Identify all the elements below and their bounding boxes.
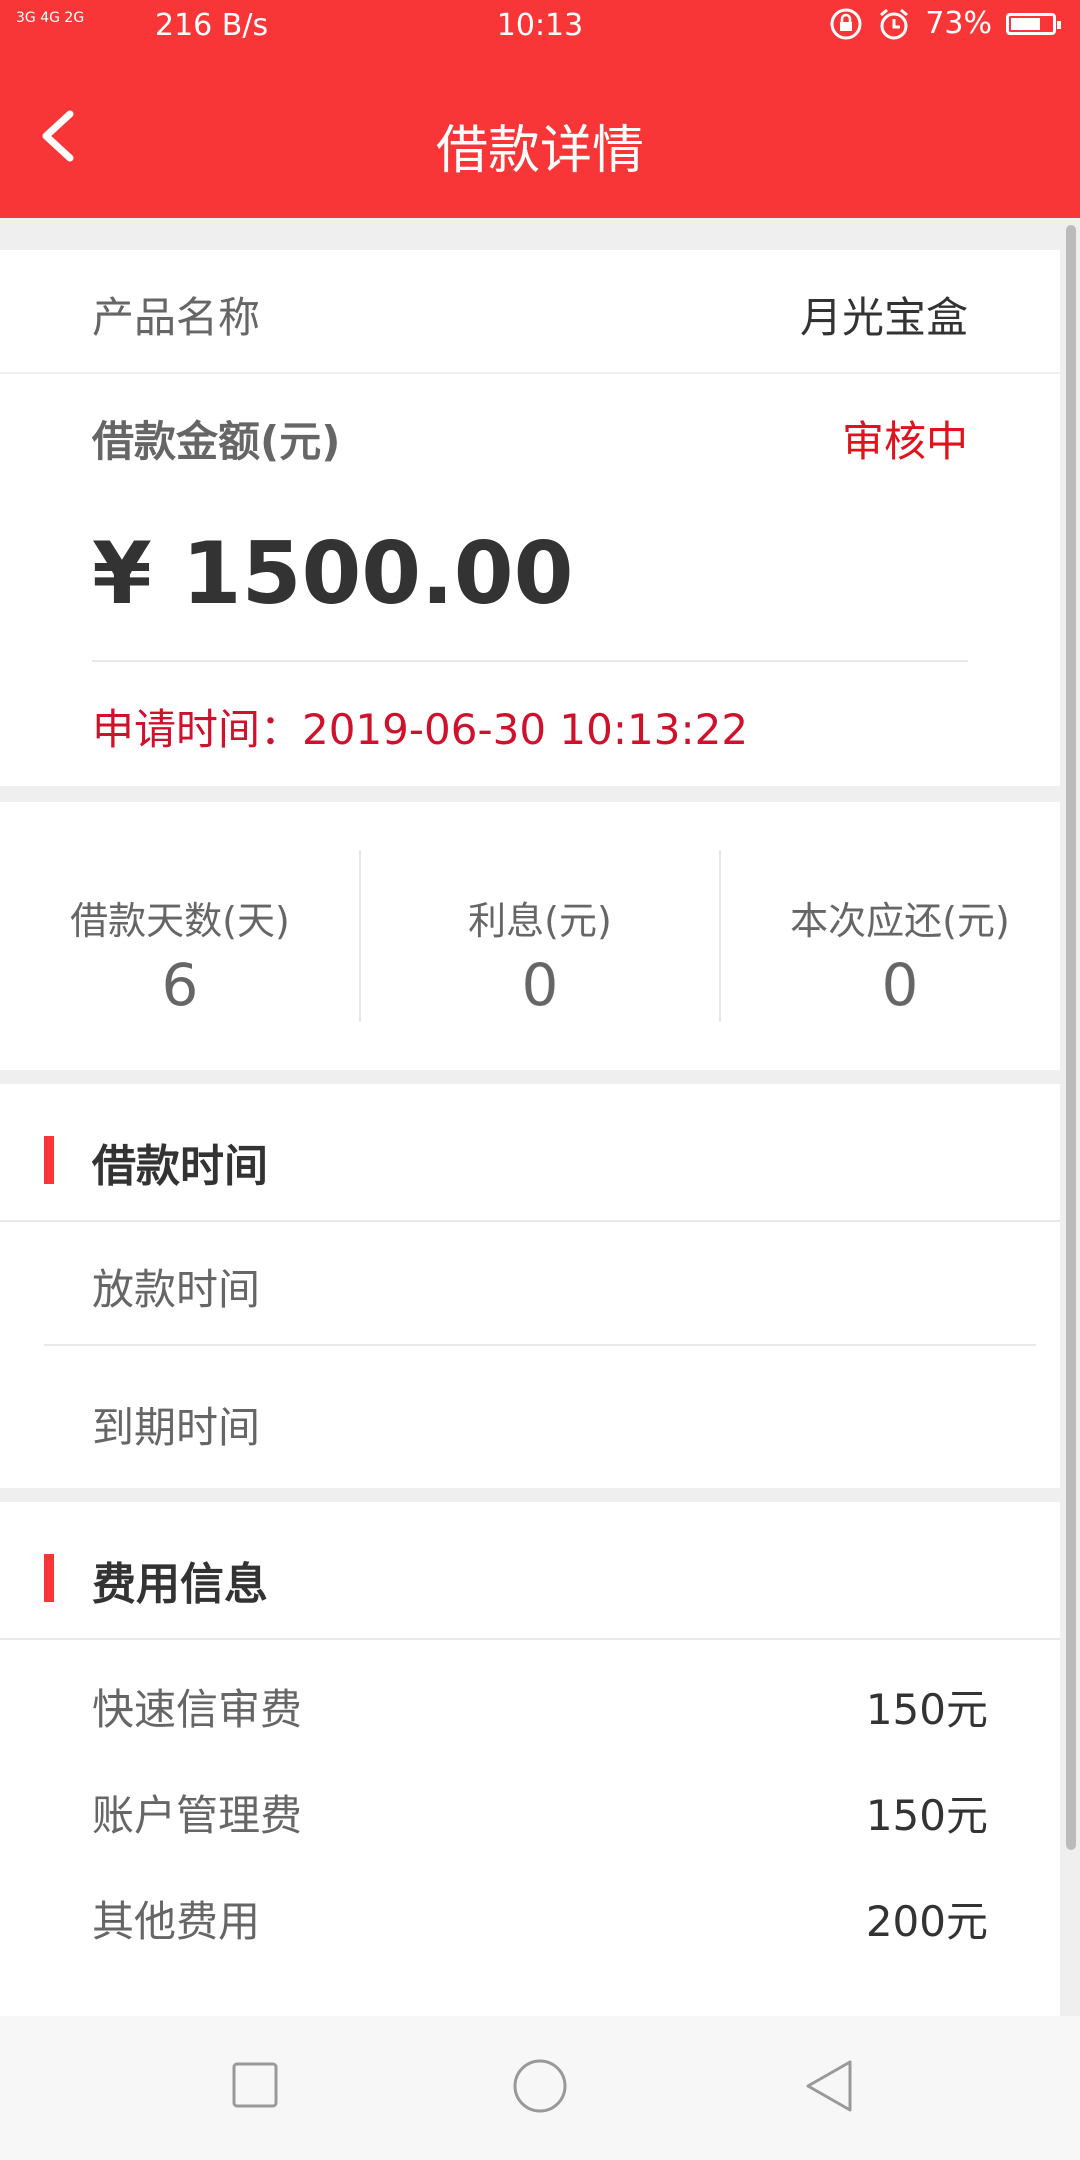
product-label: 产品名称	[92, 293, 261, 342]
loan-amount: ¥ 1500.00	[92, 524, 574, 624]
divider	[0, 1638, 1060, 1640]
section-marker	[44, 1554, 54, 1602]
fee-row: 快速信审费 150元	[92, 1676, 988, 1737]
fee-label: 其他费用	[92, 1897, 261, 1946]
battery-percent: 73%	[925, 6, 992, 41]
stat-repayment: 本次应还(元) 0	[720, 890, 1080, 1019]
header: 借款详情	[0, 56, 1080, 218]
battery-fill	[1011, 17, 1041, 30]
amount-label: 借款金额(元)	[92, 417, 341, 466]
stat-loan-days: 借款天数(天) 6	[0, 890, 360, 1019]
disbursement-time-row: 放款时间	[92, 1256, 988, 1317]
stat-label: 本次应还(元)	[790, 899, 1010, 943]
fee-value: 200元	[865, 1897, 988, 1946]
back-icon[interactable]	[802, 2058, 856, 2114]
product-name: 月光宝盒	[799, 293, 968, 342]
section-title: 借款时间	[92, 1141, 268, 1192]
divider	[0, 1220, 1060, 1222]
status-right: 73%	[829, 6, 1061, 41]
stat-label: 利息(元)	[468, 899, 612, 943]
loan-amount-card: 借款金额(元) 审核中 ¥ 1500.00 申请时间：2019-06-30 10…	[0, 374, 1060, 786]
battery-icon	[1006, 12, 1061, 35]
section-title: 费用信息	[92, 1559, 268, 1610]
fee-value: 150元	[865, 1685, 988, 1734]
apply-time: 申请时间：2019-06-30 10:13:22	[92, 705, 749, 754]
home-icon[interactable]	[512, 2058, 568, 2114]
stat-value: 0	[521, 951, 559, 1019]
product-row: 产品名称 月光宝盒	[92, 284, 968, 345]
divider	[44, 1344, 1036, 1346]
row-label: 到期时间	[92, 1403, 261, 1452]
stat-value: 6	[161, 951, 199, 1019]
due-time-row: 到期时间	[92, 1394, 988, 1455]
stat-value: 0	[881, 951, 919, 1019]
fee-value: 150元	[865, 1791, 988, 1840]
fee-label: 快速信审费	[92, 1685, 303, 1734]
fee-label: 账户管理费	[92, 1791, 303, 1840]
section-marker	[44, 1136, 54, 1184]
recent-apps-icon[interactable]	[230, 2060, 280, 2110]
scrollbar[interactable]	[1066, 225, 1076, 1850]
fee-row: 其他费用 200元	[92, 1888, 988, 1949]
stat-label: 借款天数(天)	[70, 899, 290, 943]
page-title: 借款详情	[435, 121, 644, 181]
amount-header: 借款金额(元) 审核中	[92, 408, 968, 469]
stat-interest: 利息(元) 0	[360, 890, 720, 1019]
product-card: 产品名称 月光宝盒	[0, 250, 1060, 372]
status-bar: 3G 4G 2G 216 B/s 10:13 73%	[0, 0, 1080, 56]
alarm-icon	[880, 8, 909, 39]
row-label: 放款时间	[92, 1265, 261, 1314]
system-nav-bar	[0, 2016, 1080, 2160]
divider	[92, 660, 968, 662]
status-badge: 审核中	[841, 417, 968, 466]
fee-row: 账户管理费 150元	[92, 1782, 988, 1843]
lock-rotation-icon	[830, 8, 862, 39]
